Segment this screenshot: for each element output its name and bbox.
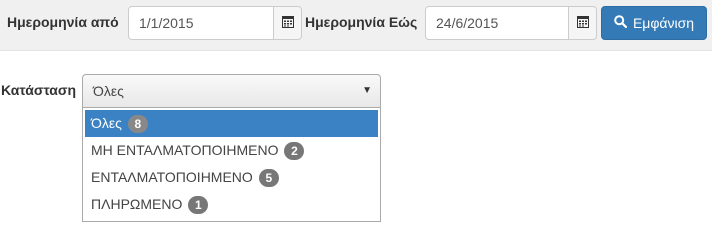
status-label: Κατάσταση (1, 82, 77, 98)
status-option-paid[interactable]: ΠΛΗΡΩΜΕΝΟ 1 (85, 191, 378, 218)
filter-toolbar: Ημερομηνία από 1/1/2015 Ημερομηνία Εώς 2… (0, 0, 712, 51)
date-from-input[interactable]: 1/1/2015 (128, 6, 274, 40)
calendar-icon (576, 15, 589, 31)
date-to-input[interactable]: 24/6/2015 (425, 6, 569, 40)
option-label: ΜΗ ΕΝΤΑΛΜΑΤΟΠΟΙΗΜΕΝΟ (91, 142, 279, 158)
search-icon (614, 15, 628, 31)
status-select[interactable]: Όλες ▼ (82, 74, 381, 108)
status-option-warranted[interactable]: ΕΝΤΑΛΜΑΤΟΠΟΙΗΜΕΝΟ 5 (85, 164, 378, 191)
date-from-calendar-button[interactable] (274, 6, 302, 40)
status-select-value: Όλες (93, 83, 124, 99)
date-to-calendar-button[interactable] (569, 6, 597, 40)
dropdown-arrow-icon: ▼ (362, 85, 372, 96)
option-label: Όλες (91, 115, 122, 131)
count-badge: 1 (188, 195, 209, 214)
show-button[interactable]: Εμφάνιση (601, 6, 707, 40)
status-option-not-warranted[interactable]: ΜΗ ΕΝΤΑΛΜΑΤΟΠΟΙΗΜΕΝΟ 2 (85, 137, 378, 164)
count-badge: 8 (127, 114, 148, 133)
calendar-icon (281, 15, 294, 31)
option-label: ΠΛΗΡΩΜΕΝΟ (91, 196, 183, 212)
count-badge: 5 (258, 168, 279, 187)
count-badge: 2 (284, 141, 305, 160)
option-label: ΕΝΤΑΛΜΑΤΟΠΟΙΗΜΕΝΟ (91, 169, 253, 185)
status-option-all[interactable]: Όλες 8 (85, 110, 378, 137)
date-to-label: Ημερομηνία Εώς (305, 14, 418, 30)
status-dropdown-list: Όλες 8 ΜΗ ΕΝΤΑΛΜΑΤΟΠΟΙΗΜΕΝΟ 2 ΕΝΤΑΛΜΑΤΟΠ… (82, 108, 381, 222)
date-from-label: Ημερομηνία από (7, 14, 119, 30)
show-button-label: Εμφάνιση (632, 15, 695, 31)
